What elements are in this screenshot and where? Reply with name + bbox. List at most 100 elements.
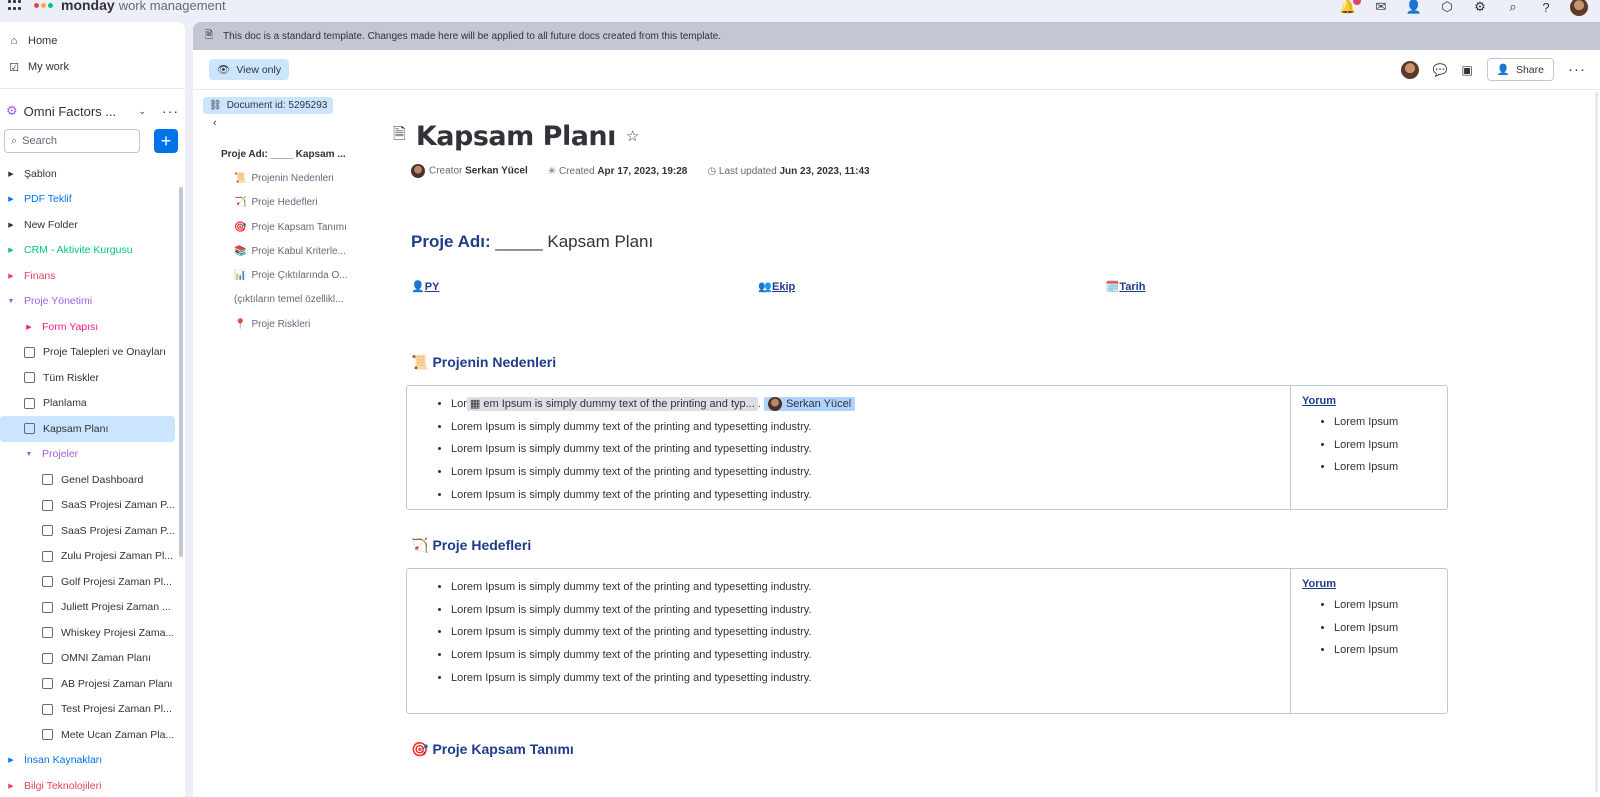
invite-icon[interactable]: 👤: [1405, 0, 1423, 15]
add-item-button[interactable]: +: [154, 129, 178, 153]
star-icon[interactable]: ☆: [626, 127, 639, 145]
caret-down-icon[interactable]: ▼: [24, 451, 34, 458]
comment-column: YorumLorem IpsumLorem IpsumLorem Ipsum: [1291, 386, 1447, 509]
list-item: Lorem Ipsum is simply dummy text of the …: [451, 416, 1290, 439]
role-link[interactable]: 🗓️Tarih: [1106, 280, 1453, 293]
mention-chip[interactable]: Serkan Yücel: [763, 397, 856, 412]
apps-grid-icon[interactable]: [8, 0, 22, 12]
sidebar-scrollbar[interactable]: [179, 187, 183, 557]
user-avatar[interactable]: [1570, 0, 1588, 16]
collaborator-avatar[interactable]: [1400, 60, 1419, 79]
caret-right-icon[interactable]: ▶: [6, 221, 16, 229]
share-button[interactable]: 👤 Share: [1486, 58, 1554, 81]
tree-item[interactable]: AB Projesi Zaman Planı: [0, 671, 185, 697]
workspace-selector[interactable]: ⚙ Omni Factors ... ⌄ ···: [0, 93, 185, 123]
chevron-down-icon[interactable]: ⌄: [138, 106, 146, 117]
toc-emoji-icon: 🏹: [234, 197, 247, 209]
tree-item[interactable]: ▼ Projeler: [0, 442, 185, 468]
present-icon[interactable]: ▣: [1462, 63, 1473, 77]
tree-item[interactable]: SaaS Projesi Zaman P...: [0, 493, 185, 519]
tree-item[interactable]: Golf Projesi Zaman Pl...: [0, 569, 185, 595]
help-icon[interactable]: ?: [1537, 0, 1555, 15]
tree-item[interactable]: Zulu Projesi Zaman Pl...: [0, 544, 185, 570]
caret-right-icon[interactable]: ▶: [24, 323, 34, 331]
top-bar: monday work management 🔔 ✉ 👤 ⬡ ⚙ ⌕ ?: [0, 0, 1600, 20]
caret-right-icon[interactable]: ▶: [6, 272, 16, 280]
toc-item[interactable]: 📊 Proje Çıktılarında O...: [221, 263, 371, 287]
toc-item[interactable]: 🏹 Proje Hedefleri: [221, 191, 371, 215]
tree-item[interactable]: ▶ İnsan Kaynakları: [0, 748, 185, 774]
collapse-toc-icon[interactable]: ‹: [213, 117, 217, 129]
bell-icon[interactable]: 🔔: [1339, 0, 1361, 15]
comment-icon[interactable]: 💬: [1433, 63, 1448, 77]
comment-link[interactable]: Yorum: [1302, 578, 1336, 590]
product-name: work management: [118, 0, 226, 13]
main-scrollbar[interactable]: [1595, 92, 1598, 792]
toc-item[interactable]: 🎯 Proje Kapsam Tanımı: [221, 215, 371, 239]
toc-item[interactable]: 📚 Proje Kabul Kriterle...: [221, 239, 371, 263]
tree-item-label: İnsan Kaynakları: [24, 754, 103, 767]
tree-item[interactable]: Proje Talepleri ve Onayları: [0, 340, 185, 366]
doc-body: 🗎 Kapsam Planı ☆ Creator Serkan Yücel ✳ …: [393, 118, 1453, 760]
tree-item[interactable]: Kapsam Planı: [0, 416, 175, 442]
nav-home[interactable]: ⌂ Home: [8, 28, 177, 54]
role-link[interactable]: 👥Ekip: [758, 280, 1105, 293]
tree-item[interactable]: Whiskey Projesi Zama...: [0, 620, 185, 646]
apps-icon[interactable]: ⬡: [1438, 0, 1456, 15]
tree-item[interactable]: ▶ Finans: [0, 263, 185, 289]
caret-right-icon[interactable]: ▶: [6, 782, 16, 790]
more-options-icon[interactable]: ···: [1568, 61, 1586, 78]
tree-item[interactable]: ▶ New Folder: [0, 212, 185, 238]
tree-item-label: AB Projesi Zaman Planı: [61, 677, 173, 690]
tree-item[interactable]: Juliett Projesi Zaman ...: [0, 595, 185, 621]
search-input[interactable]: ⌕ Search: [4, 129, 140, 153]
linked-item-chip[interactable]: ▦ em Ipsum is simply dummy text of the p…: [466, 397, 758, 411]
updated-meta: ◷ Last updated Jun 23, 2023, 11:43: [707, 166, 869, 177]
toc-item-label: Proje Kabul Kriterle...: [251, 245, 346, 257]
caret-right-icon[interactable]: ▶: [6, 170, 16, 178]
view-only-button[interactable]: 👁 View only: [209, 59, 290, 80]
section-emoji-icon: 🎯: [411, 740, 429, 757]
comment-item: Lorem Ipsum: [1334, 617, 1447, 640]
list-item: Lorem Ipsum is simply dummy text of the …: [451, 599, 1290, 622]
caret-right-icon[interactable]: ▶: [6, 246, 16, 254]
nav-my-work[interactable]: ☑ My work: [8, 54, 177, 80]
tree-item[interactable]: Test Projesi Zaman Pl...: [0, 697, 185, 723]
toc-item[interactable]: (çıktıların temel özellikl...: [221, 288, 371, 312]
tree-item[interactable]: Mete Ucan Zaman Pla...: [0, 722, 185, 748]
creator-label: Creator: [429, 165, 463, 177]
tree-item[interactable]: Genel Dashboard: [0, 467, 185, 493]
more-icon[interactable]: ···: [162, 103, 179, 119]
toc-item-label: (çıktıların temel özellikl...: [234, 294, 344, 306]
created-label: Created: [558, 165, 595, 177]
tree-item[interactable]: Tüm Riskler: [0, 365, 185, 391]
role-link[interactable]: 👤PY: [411, 280, 758, 293]
integrations-icon[interactable]: ⚙: [1471, 0, 1489, 15]
comment-link[interactable]: Yorum: [1302, 395, 1336, 407]
caret-down-icon[interactable]: ▼: [6, 298, 16, 305]
section-table: Lor▦ em Ipsum is simply dummy text of th…: [406, 385, 1448, 510]
document-id-badge[interactable]: ⛓ Document id: 5295293: [203, 97, 334, 114]
creator-meta: Creator Serkan Yücel: [411, 164, 528, 178]
dashboard-icon: [42, 474, 53, 486]
caret-right-icon[interactable]: ▶: [6, 756, 16, 764]
tree-item[interactable]: ▼ Proje Yönetimi: [0, 289, 185, 315]
caret-right-icon[interactable]: ▶: [6, 195, 16, 203]
tree-item[interactable]: ▶ Şablon: [0, 161, 185, 187]
toc-item[interactable]: 📜 Projenin Nedenleri: [221, 166, 371, 190]
tree-item[interactable]: ▶ CRM - Aktivite Kurgusu: [0, 238, 185, 264]
tree-item[interactable]: ▶ Bilgi Teknolojileri: [0, 773, 185, 797]
tree-item[interactable]: ▶ Form Yapısı: [0, 314, 185, 340]
app-logo[interactable]: monday work management: [34, 0, 226, 13]
search-placeholder: Search: [22, 135, 58, 147]
toc-item[interactable]: 📍 Proje Riskleri: [221, 312, 371, 336]
creator-name[interactable]: Serkan Yücel: [465, 166, 528, 177]
inbox-icon[interactable]: ✉: [1372, 0, 1390, 15]
bullet-list: Lorem Ipsum is simply dummy text of the …: [407, 576, 1290, 690]
tree-item[interactable]: OMNI Zaman Planı: [0, 646, 185, 672]
tree-item[interactable]: SaaS Projesi Zaman P...: [0, 518, 185, 544]
toc-item[interactable]: Proje Adı: ____ Kapsam ...: [221, 142, 371, 166]
tree-item[interactable]: Planlama: [0, 391, 185, 417]
tree-item[interactable]: ▶ PDF Teklif: [0, 187, 185, 213]
search-icon[interactable]: ⌕: [1504, 0, 1522, 15]
